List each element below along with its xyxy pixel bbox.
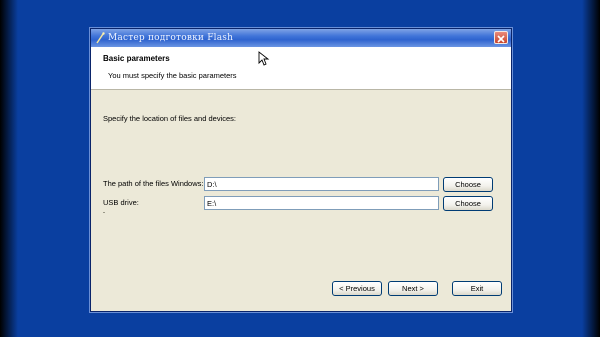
page-title: Basic parameters <box>103 54 170 63</box>
page-subtitle: You must specify the basic parameters <box>108 71 237 80</box>
instruction-text: Specify the location of files and device… <box>103 114 236 123</box>
windows-path-label: The path of the files Windows: <box>103 179 204 188</box>
previous-button[interactable]: < Previous <box>332 281 382 296</box>
wizard-content: Specify the location of files and device… <box>91 90 511 310</box>
choose-usb-drive-button[interactable]: Choose <box>443 196 493 211</box>
windows-path-input[interactable] <box>204 177 439 191</box>
title-bar[interactable]: Мастер подготовки Flash <box>91 29 511 47</box>
usb-drive-label: USB drive: <box>103 198 139 207</box>
choose-windows-path-button[interactable]: Choose <box>443 177 493 192</box>
window-title: Мастер подготовки Flash <box>108 33 234 43</box>
divider-mark <box>103 212 105 213</box>
mouse-cursor-icon <box>258 51 270 66</box>
exit-button[interactable]: Exit <box>452 281 502 296</box>
usb-drive-input[interactable] <box>204 196 439 210</box>
flash-wizard-dialog: Мастер подготовки Flash Basic parameters… <box>90 28 512 312</box>
close-button[interactable] <box>494 31 508 44</box>
close-icon <box>497 28 505 47</box>
wizard-wand-icon <box>96 32 105 44</box>
header-panel: Basic parameters You must specify the ba… <box>91 47 511 90</box>
next-button[interactable]: Next > <box>388 281 438 296</box>
